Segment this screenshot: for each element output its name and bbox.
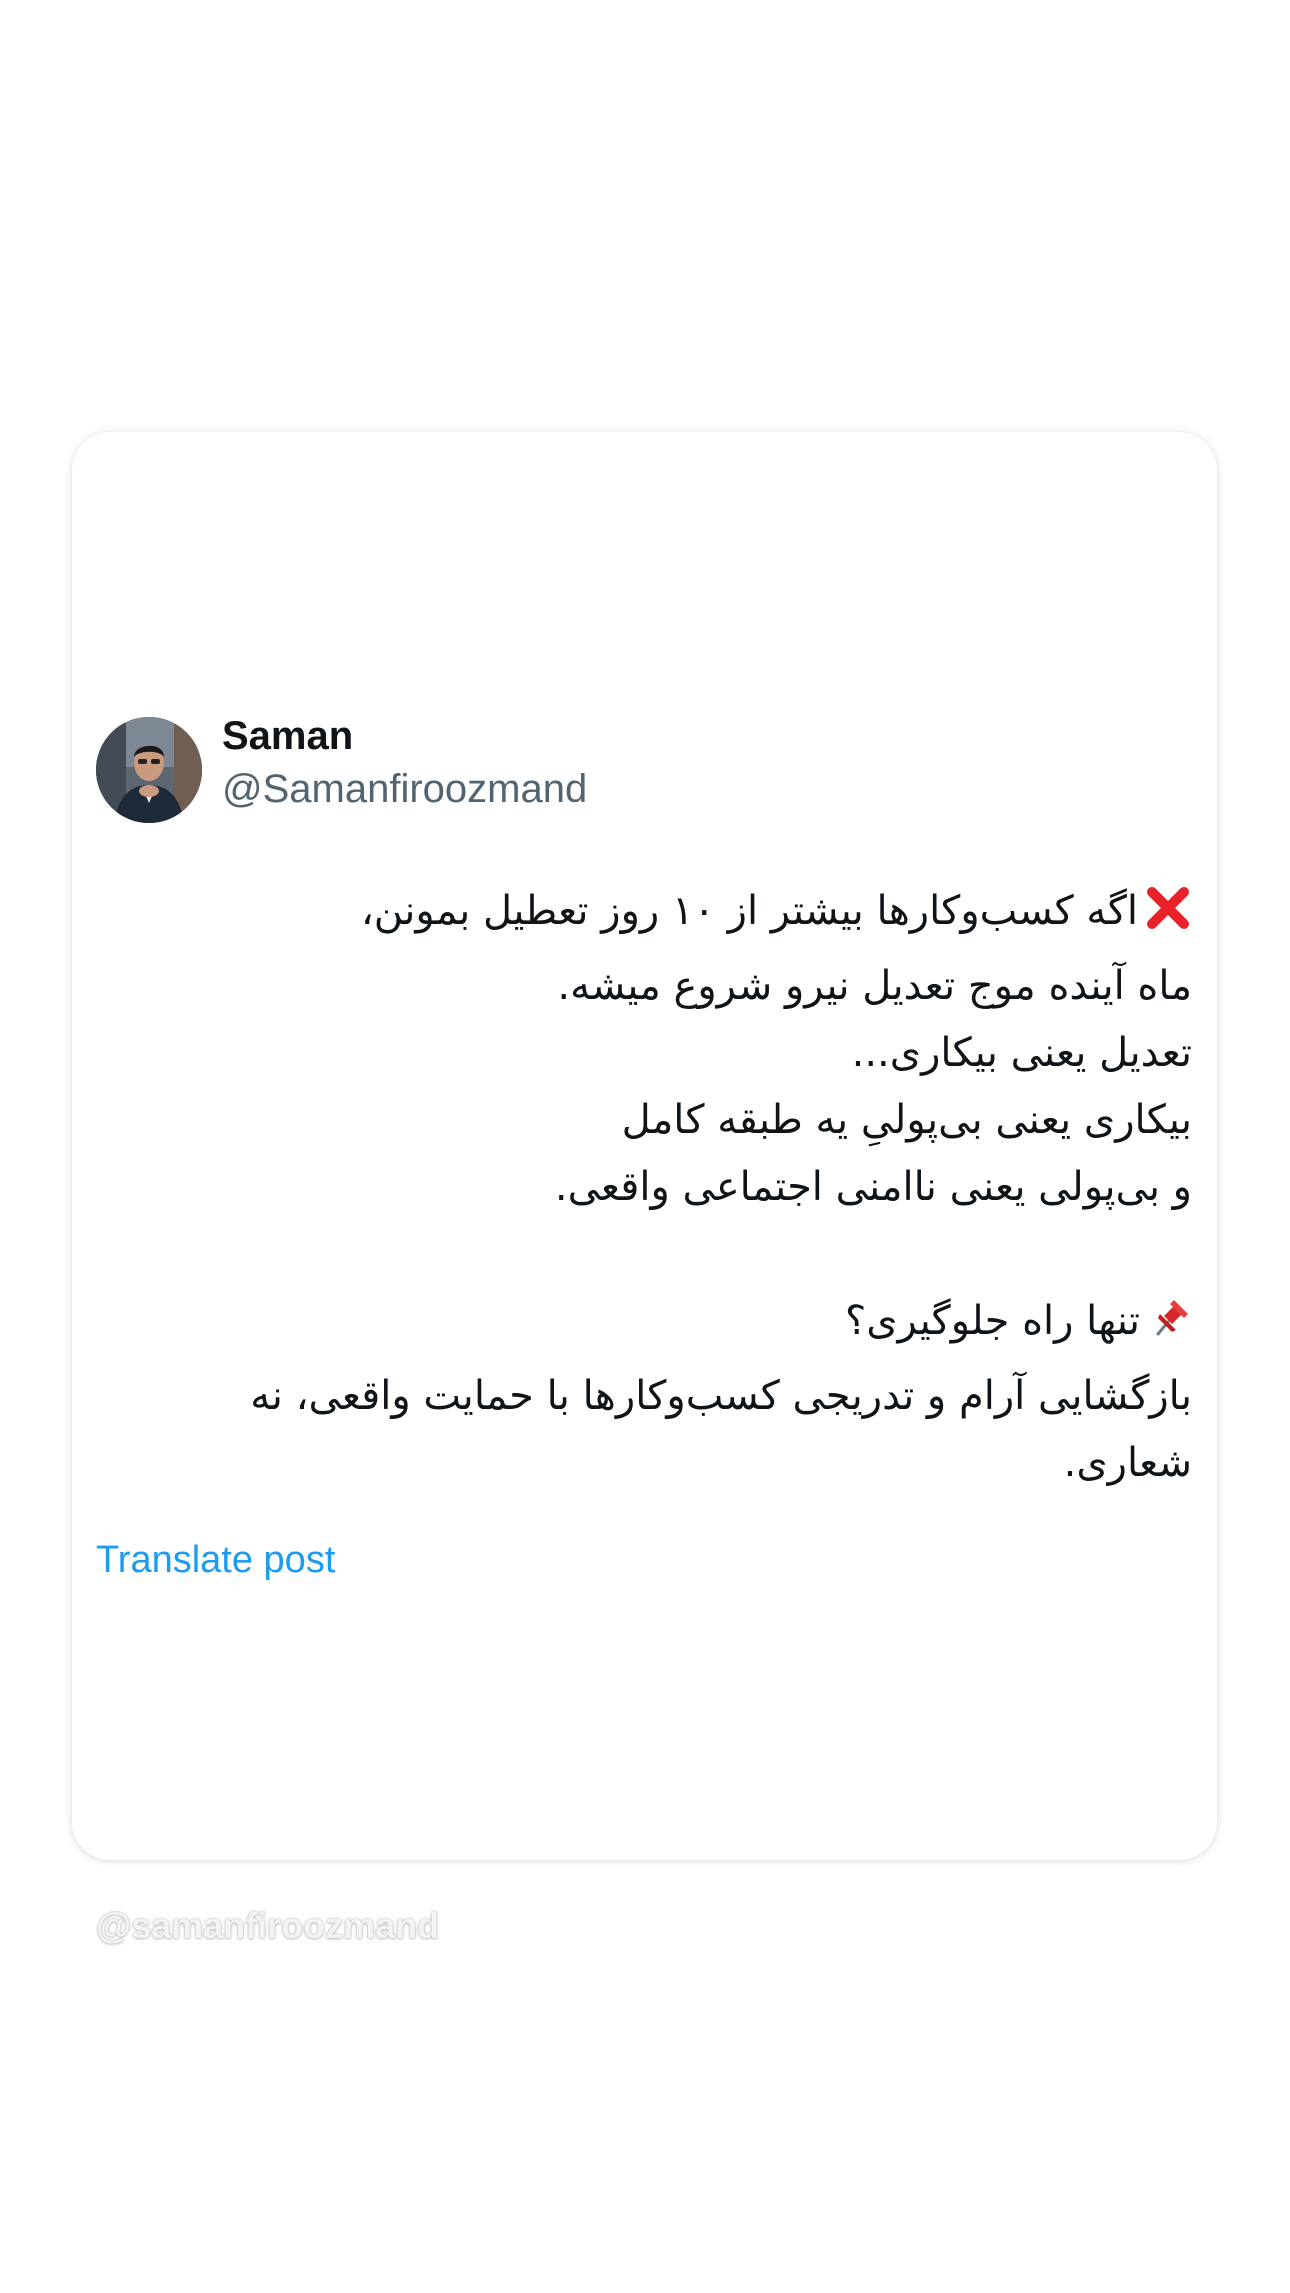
pushpin-icon xyxy=(1146,1294,1192,1363)
post-line: ماه آینده موج تعدیل نیرو شروع میشه. xyxy=(557,963,1192,1009)
author-handle[interactable]: @Samanfiroozmand xyxy=(222,765,587,813)
post-line: بیکاری یعنی بی‌پولیِ یه طبقه کامل xyxy=(621,1097,1192,1143)
watermark-handle: @samanfiroozmand xyxy=(96,1905,440,1946)
avatar-photo-icon xyxy=(96,717,202,823)
post-line: تنها راه جلوگیری؟ xyxy=(112,1288,1192,1363)
cross-mark-icon xyxy=(1144,884,1192,953)
post-card[interactable]: Saman @Samanfiroozmand اگه کسب‌وکارها بی… xyxy=(72,432,1217,1860)
post-line-text: تنها راه جلوگیری؟ xyxy=(845,1298,1140,1344)
post-line: بازگشایی آرام و تدریجی کسب‌وکارها با حما… xyxy=(250,1373,1192,1486)
post-blank-line xyxy=(112,1221,1192,1288)
post-line-text: اگه کسب‌وکارها بیشتر از ۱۰ روز تعطیل بمو… xyxy=(360,888,1138,934)
translate-post-link[interactable]: Translate post xyxy=(96,1537,335,1583)
post-line: اگه کسب‌وکارها بیشتر از ۱۰ روز تعطیل بمو… xyxy=(112,878,1192,953)
post-line: تعدیل یعنی بیکاری... xyxy=(851,1030,1192,1076)
post-line: و بی‌پولی یعنی ناامنی اجتماعی واقعی. xyxy=(554,1164,1192,1210)
author-display-name[interactable]: Saman xyxy=(222,712,353,760)
post-text: اگه کسب‌وکارها بیشتر از ۱۰ روز تعطیل بمو… xyxy=(112,878,1192,1497)
author-avatar[interactable] xyxy=(96,717,202,823)
